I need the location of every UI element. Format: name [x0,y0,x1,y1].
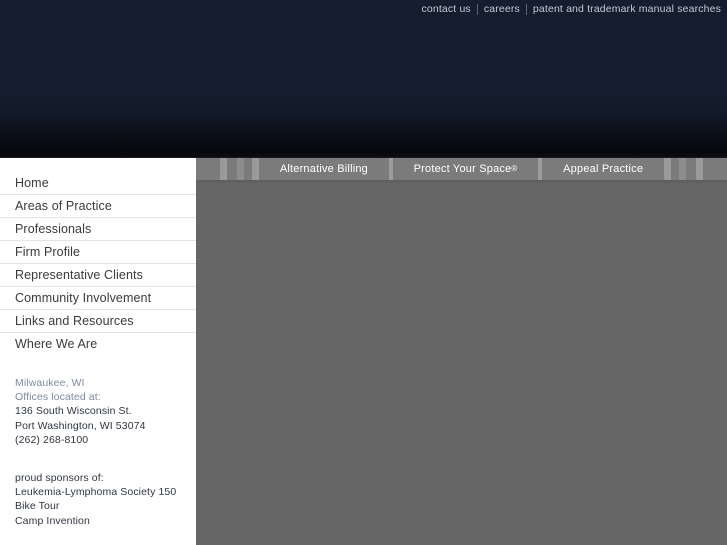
sidebar-item-label: Links and Resources [15,314,134,328]
tab-bar-left-segment-2 [237,158,244,180]
tab-bar-right-segment-1 [664,158,671,180]
sidebar-item-label: Areas of Practice [15,199,112,213]
sidebar-item-home[interactable]: Home [0,172,196,195]
sidebar-item-label: Community Involvement [15,291,152,305]
top-utility-nav: contact us careers patent and trademark … [415,2,727,16]
tab-bar-left-pad-3 [244,158,252,180]
sidebar-nav: Home Areas of Practice Professionals Fir… [0,172,196,355]
sidebar-item-areas-of-practice[interactable]: Areas of Practice [0,195,196,218]
tab-bar-right-segment-2 [679,158,686,180]
sidebar-item-where-we-are[interactable]: Where We Are [0,333,196,355]
sponsors-line-2: Bike Tour [15,500,60,513]
top-nav-link-contact-us[interactable]: contact us [415,2,476,16]
tab-bar-right-pad-1 [671,158,679,180]
office-address-block: Milwaukee, WI Offices located at: 136 So… [0,376,196,447]
tab-bar-right-pad-3 [703,158,727,180]
tab-label: Protect Your Space [413,163,512,175]
sponsors-line-1: Leukemia-Lymphoma Society 150 [15,486,177,499]
sponsors-heading: proud sponsors of: [15,472,104,485]
tab-label: Appeal Practice [563,163,644,175]
sidebar-item-representative-clients[interactable]: Representative Clients [0,264,196,287]
tab-protect-your-space[interactable]: Protect Your Space ® [392,158,539,180]
sidebar-item-label: Professionals [15,222,92,236]
sidebar-item-community-involvement[interactable]: Community Involvement [0,287,196,310]
tab-bar-left-pad [196,158,220,180]
site-header: contact us careers patent and trademark … [0,0,727,158]
tab-bar: Alternative Billing Protect Your Space ® … [196,158,727,180]
sponsors-block: proud sponsors of: Leukemia-Lymphoma Soc… [0,471,196,528]
sidebar-item-firm-profile[interactable]: Firm Profile [0,241,196,264]
tab-bar-left-segment-1 [220,158,227,180]
sidebar-item-label: Home [15,176,49,190]
tab-bar-left-pad-2 [227,158,237,180]
sponsors-line-3: Camp Invention [15,514,90,527]
address-offices-label: Offices located at: [15,391,101,404]
tab-bar-right-segment-3 [696,158,703,180]
sidebar-item-professionals[interactable]: Professionals [0,218,196,241]
address-phone: (262) 268-8100 [15,433,89,446]
tab-bar-left-segment-3 [252,158,259,180]
address-city-state-zip: Port Washington, WI 53074 [15,419,146,432]
tab-bar-shadow [196,180,727,183]
top-nav-link-patent-searches[interactable]: patent and trademark manual searches [527,2,727,16]
sidebar-item-label: Firm Profile [15,245,81,259]
address-street: 136 South Wisconsin St. [15,405,132,418]
tab-trademark-symbol: ® [511,164,518,173]
tab-alternative-billing[interactable]: Alternative Billing [259,158,389,180]
top-nav-link-careers[interactable]: careers [478,2,526,16]
tab-appeal-practice[interactable]: Appeal Practice [542,158,664,180]
tab-bar-right-pad-2 [686,158,696,180]
sidebar: Home Areas of Practice Professionals Fir… [0,158,196,545]
sidebar-item-label: Where We Are [15,337,98,351]
address-city: Milwaukee, WI [15,377,85,389]
sidebar-item-label: Representative Clients [15,268,143,282]
main-content-area: Alternative Billing Protect Your Space ® … [196,158,727,545]
tab-label: Alternative Billing [279,163,368,175]
sidebar-item-links-and-resources[interactable]: Links and Resources [0,310,196,333]
